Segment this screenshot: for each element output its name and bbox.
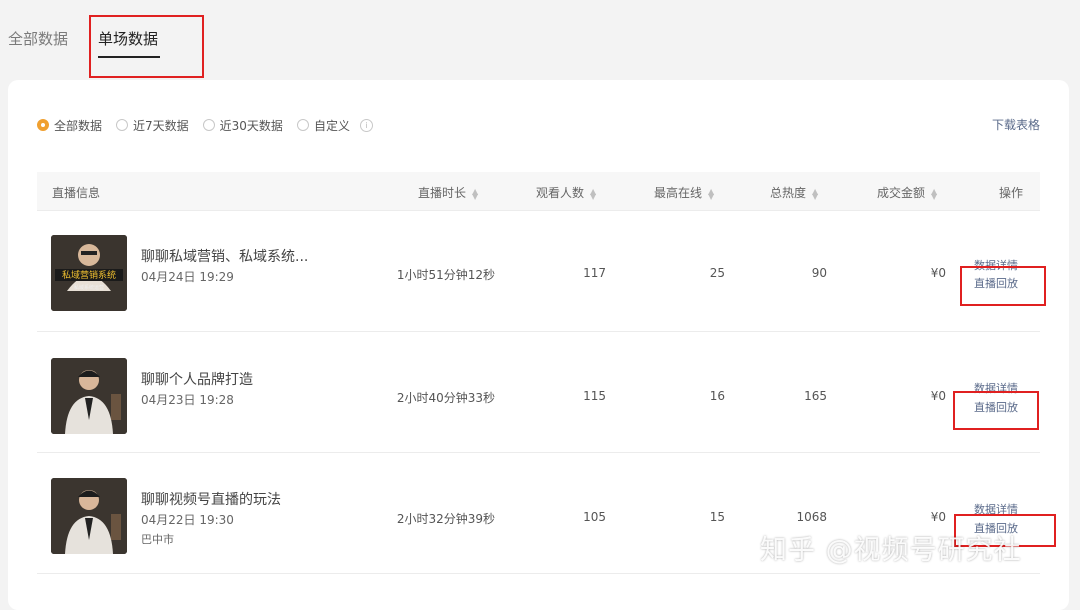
highlight-box	[960, 266, 1046, 306]
tab-bar: 全部数据 单场数据	[0, 0, 1080, 80]
live-location: 巴中市	[141, 533, 174, 546]
highlight-box	[953, 391, 1039, 430]
tab-all-data[interactable]: 全部数据	[8, 28, 68, 49]
live-date: 04月23日 19:28	[141, 393, 234, 407]
date-range-filter: 全部数据 近7天数据 近30天数据 自定义 i	[37, 116, 373, 134]
live-title: 聊聊视频号直播的玩法	[141, 492, 281, 508]
column-header-duration[interactable]: 直播时长 ▲ ▼	[418, 184, 478, 201]
column-header-info: 直播信息	[52, 186, 101, 200]
column-header-viewers[interactable]: 观看人数 ▲ ▼	[536, 184, 596, 201]
radio-custom[interactable]: 自定义	[296, 117, 350, 134]
sort-icon: ▲ ▼	[472, 186, 479, 201]
radio-dot	[116, 119, 129, 131]
sort-icon: ▲ ▼	[708, 186, 715, 201]
peak-value: 16	[709, 389, 725, 403]
sort-icon: ▲ ▼	[812, 186, 819, 201]
live-thumbnail[interactable]	[51, 478, 127, 554]
live-date: 04月22日 19:30	[141, 513, 234, 527]
watermark: 知乎 @视频号研究社	[760, 535, 1022, 566]
sort-icon: ▲ ▼	[590, 186, 597, 201]
sales-value: ¥0	[930, 510, 946, 524]
column-label: 成交金额	[877, 186, 926, 200]
radio-label: 近7天数据	[133, 118, 189, 133]
heat-value: 1068	[796, 510, 827, 524]
live-thumbnail[interactable]: 私域营销系统 私域系统运营	[51, 235, 127, 311]
radio-30-days[interactable]: 近30天数据	[202, 117, 283, 134]
column-header-actions: 操作	[999, 186, 1024, 200]
table-header: 直播信息 直播时长 ▲ ▼ 观看人数 ▲ ▼ 最高在线 ▲ ▼ 总热度 ▲ ▼ 成交金额 ▲ ▼ 操…	[37, 172, 1040, 211]
download-table-link[interactable]: 下载表格	[992, 116, 1040, 133]
sales-value: ¥0	[930, 389, 946, 403]
heat-value: 90	[811, 266, 827, 280]
peak-value: 25	[709, 266, 725, 280]
viewers-value: 105	[583, 510, 606, 524]
radio-dot	[202, 119, 215, 131]
radio-dot	[37, 119, 49, 131]
column-label: 直播时长	[418, 186, 467, 200]
radio-label: 近30天数据	[219, 118, 283, 133]
column-label: 总热度	[770, 186, 807, 200]
column-header-sales[interactable]: 成交金额 ▲ ▼	[877, 184, 937, 201]
radio-7-days[interactable]: 近7天数据	[116, 117, 189, 134]
heat-value: 165	[804, 389, 827, 403]
viewers-value: 117	[583, 266, 606, 280]
radio-label: 全部数据	[54, 118, 103, 133]
table-row: 聊聊个人品牌打造 04月23日 19:28 2小时40分钟33秒 115 16 …	[37, 332, 1040, 453]
radio-dot	[296, 119, 309, 131]
live-thumbnail[interactable]	[51, 358, 127, 434]
peak-value: 15	[709, 510, 725, 524]
table-row: 私域营销系统 私域系统运营 聊聊私域营销、私域系统... 04月24日 19:2…	[37, 211, 1040, 332]
column-header-peak[interactable]: 最高在线 ▲ ▼	[654, 184, 714, 201]
live-date: 04月24日 19:29	[141, 270, 234, 284]
thumbnail-text: 私域营销系统	[62, 269, 116, 281]
column-label: 观看人数	[536, 186, 585, 200]
live-title: 聊聊私域营销、私域系统...	[141, 249, 309, 265]
duration-value: 1小时51分钟12秒	[396, 268, 495, 282]
duration-value: 2小时40分钟33秒	[396, 391, 495, 405]
live-title: 聊聊个人品牌打造	[141, 372, 253, 388]
info-icon[interactable]: i	[359, 118, 373, 132]
presenter-image	[51, 478, 127, 554]
radio-label: 自定义	[313, 118, 350, 133]
sort-icon: ▲ ▼	[931, 186, 938, 201]
live-thumbnail-image: 私域营销系统 私域系统运营	[51, 235, 127, 311]
sales-value: ¥0	[930, 266, 946, 280]
radio-all-data[interactable]: 全部数据	[37, 117, 102, 134]
presenter-image	[51, 358, 127, 434]
duration-value: 2小时32分钟39秒	[396, 512, 495, 526]
highlight-box	[89, 15, 204, 78]
column-label: 最高在线	[654, 186, 703, 200]
viewers-value: 115	[583, 389, 606, 403]
column-header-heat[interactable]: 总热度 ▲ ▼	[770, 184, 818, 201]
thumbnail-subtext: 私域系统运营	[74, 284, 104, 291]
